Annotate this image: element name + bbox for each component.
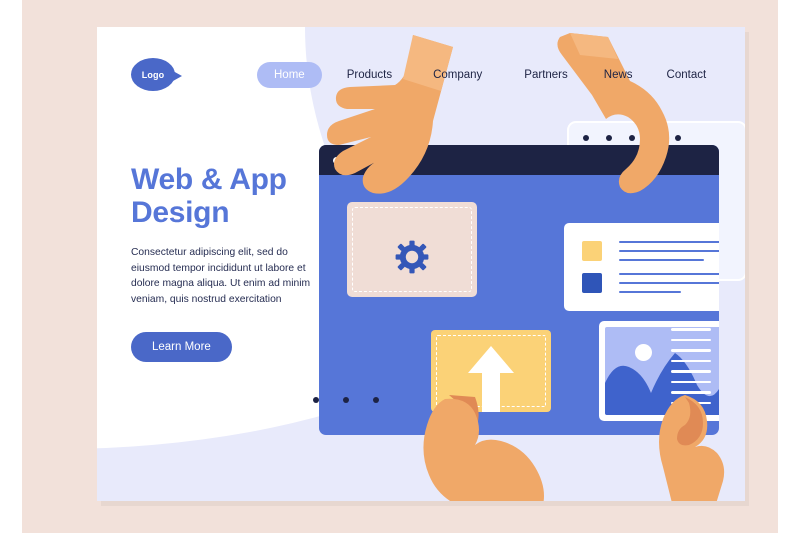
nav-links: Home Products Company Partners News Cont…: [257, 62, 706, 88]
page-title: Web & App Design: [131, 163, 341, 229]
nav-link-home[interactable]: Home: [257, 62, 322, 88]
hero-text-column: Web & App Design Consectetur adipiscing …: [131, 163, 341, 362]
top-navigation: Logo Home Products Company Partners News…: [97, 27, 745, 122]
logo-label: Logo: [141, 69, 165, 80]
nav-link-contact[interactable]: Contact: [667, 62, 707, 88]
text-line: [619, 273, 719, 275]
text-line: [619, 241, 719, 243]
headline-line-1: Web & App: [131, 163, 287, 196]
content-text-card[interactable]: [564, 223, 719, 311]
text-line: [619, 250, 719, 252]
text-line: [619, 291, 681, 293]
nav-link-products[interactable]: Products: [347, 62, 392, 88]
hero-card: Logo Home Products Company Partners News…: [97, 27, 745, 501]
decorative-dot: [343, 397, 349, 403]
hand-bottom-left: [423, 395, 544, 501]
learn-more-button[interactable]: Learn More: [131, 332, 232, 362]
outer-frame: Logo Home Products Company Partners News…: [22, 0, 778, 533]
yellow-square-icon: [582, 241, 602, 261]
hero-body-text: Consectetur adipiscing elit, sed do eius…: [131, 247, 311, 305]
blue-square-icon: [582, 273, 602, 293]
nav-link-news[interactable]: News: [604, 62, 633, 88]
decorative-dot: [313, 397, 319, 403]
nav-link-partners[interactable]: Partners: [524, 62, 567, 88]
nav-link-company[interactable]: Company: [433, 62, 482, 88]
logo[interactable]: Logo: [131, 58, 182, 91]
gear-icon: [395, 240, 429, 274]
headline-line-2: Design: [131, 196, 230, 229]
decorative-dot: [373, 397, 379, 403]
hand-bottom-right: [659, 395, 725, 501]
text-line: [619, 259, 704, 261]
decorative-dots: [313, 397, 379, 403]
text-line: [619, 282, 719, 284]
